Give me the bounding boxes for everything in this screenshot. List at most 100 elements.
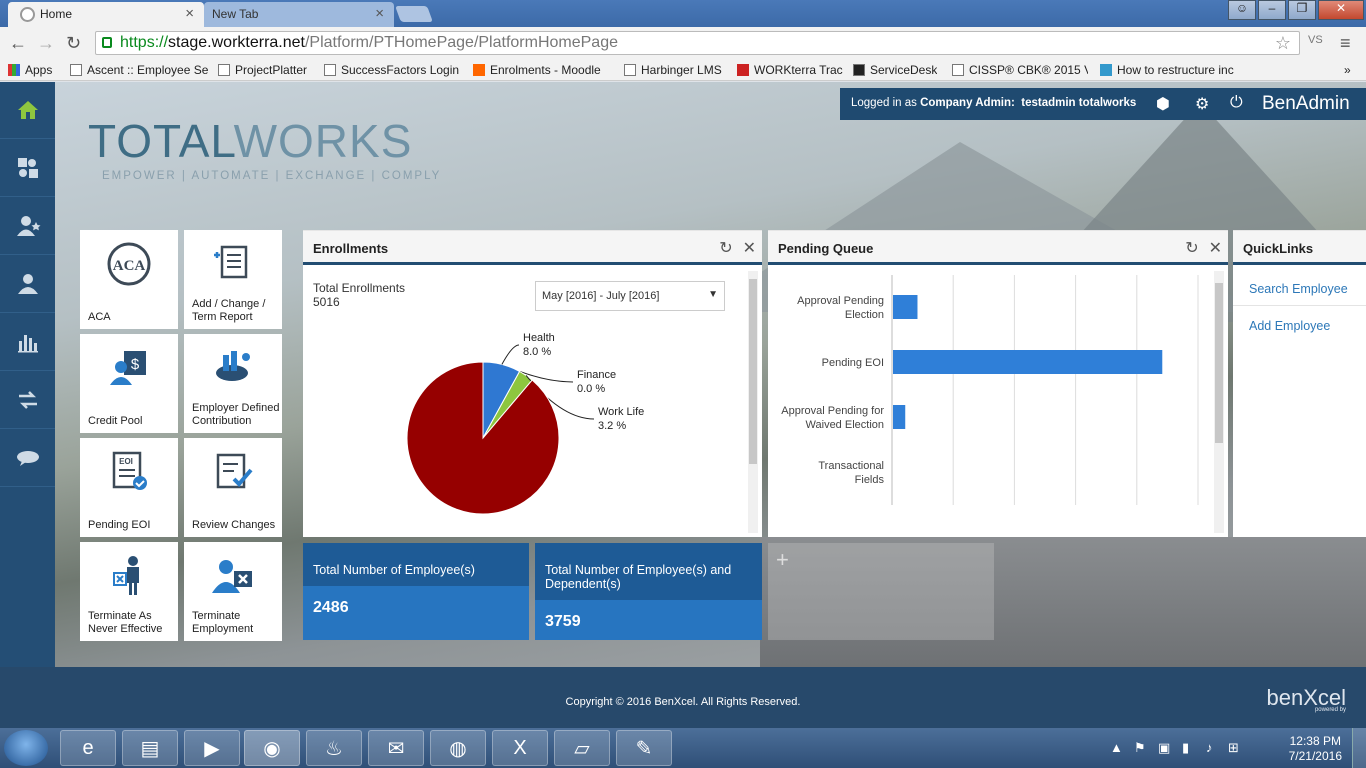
tab-close-icon[interactable]: ×	[375, 5, 384, 22]
sidebar-item-employees[interactable]	[0, 256, 55, 313]
close-window-button[interactable]: ✕	[1318, 0, 1364, 20]
favicon-icon	[20, 7, 35, 22]
app-area: TOTALWORKS EMPOWER | AUTOMATE | EXCHANGE…	[0, 82, 1366, 667]
sidebar-item-messages[interactable]	[0, 430, 55, 487]
sidebar-item-plans[interactable]	[0, 140, 55, 197]
sidebar-item-home[interactable]	[0, 82, 55, 139]
network-icon[interactable]: ▮	[1182, 740, 1189, 756]
clock[interactable]: 12:38 PM 7/21/2016	[1289, 734, 1342, 764]
plus-icon: +	[776, 547, 789, 572]
outlook-icon[interactable]: ✉	[368, 730, 424, 766]
tab-new-tab[interactable]: New Tab ×	[204, 2, 394, 27]
device-icon[interactable]: ▣	[1158, 740, 1170, 756]
extension-vs-icon[interactable]: VS	[1308, 34, 1323, 46]
start-button[interactable]	[4, 730, 48, 766]
eoi-icon: EOI	[112, 451, 147, 490]
minimize-button[interactable]: –	[1258, 0, 1286, 20]
more-bookmarks-icon[interactable]: »	[1344, 63, 1351, 77]
link-search-employee[interactable]: Search Employee	[1249, 282, 1348, 296]
bookmark-restructure[interactable]: How to restructure inc	[1100, 63, 1240, 77]
power-icon[interactable]: ⏻	[1230, 94, 1243, 112]
period-select[interactable]: May [2016] - July [2016] ▼	[535, 281, 725, 311]
menu-icon[interactable]: ≡	[1340, 33, 1351, 54]
media-player-icon[interactable]: ▶	[184, 730, 240, 766]
tab-home[interactable]: Home ×	[8, 2, 204, 27]
back-icon[interactable]: ←	[9, 33, 27, 54]
burner-icon[interactable]: ♨	[306, 730, 362, 766]
volume-muted-icon[interactable]: ♪	[1206, 740, 1213, 755]
servicedesk-icon	[853, 64, 865, 76]
tab-close-icon[interactable]: ×	[185, 5, 194, 22]
credit-pool-icon: $	[110, 351, 146, 385]
bookmark-servicedesk[interactable]: ServiceDesk	[853, 63, 937, 77]
excel-icon[interactable]: X	[492, 730, 548, 766]
terminate-icon	[212, 560, 252, 593]
show-hidden-icons[interactable]: ▲	[1110, 740, 1123, 755]
bookmark-cissp[interactable]: CISSP® CBK® 2015 V	[952, 63, 1088, 77]
windows-flag-icon[interactable]: ⊞	[1228, 740, 1239, 756]
chevron-down-icon: ▼	[708, 289, 718, 300]
pie-slice	[406, 361, 560, 515]
benxcel-logo: benXcel powered by	[1266, 685, 1346, 713]
paint-icon[interactable]: ✎	[616, 730, 672, 766]
bookmark-apps[interactable]: Apps	[8, 63, 52, 77]
sidebar-item-exchange[interactable]	[0, 372, 55, 429]
refresh-icon[interactable]: ↻	[719, 240, 732, 257]
notes-icon[interactable]: ▱	[554, 730, 610, 766]
add-widget-area[interactable]: +	[768, 543, 994, 640]
report-icon	[214, 245, 248, 279]
refresh-icon[interactable]: ↻	[1185, 240, 1198, 257]
tile-terminate-employment[interactable]: Terminate Employment	[184, 542, 282, 641]
tile-employer-defined-contribution[interactable]: Employer Defined Contribution	[184, 334, 282, 433]
bookmark-projectplatter[interactable]: ProjectPlatter	[218, 63, 307, 77]
bar-category-label: Approval Pending	[797, 295, 884, 307]
tile-terminate-as-never-effective[interactable]: Terminate As Never Effective	[80, 542, 178, 641]
pie-label-name: Health	[523, 332, 555, 344]
total-enrollments: Total Enrollments 5016	[313, 281, 406, 309]
bar-category-label: Approval Pending for	[781, 405, 884, 417]
bookmark-moodle[interactable]: Enrolments - Moodle	[473, 63, 609, 77]
dropbox-icon[interactable]: ⬢	[1156, 94, 1170, 114]
browser-tabbar: Home × New Tab × ☺ – ❐ ✕	[0, 0, 1366, 27]
maximize-button[interactable]: ❐	[1288, 0, 1316, 20]
tile-aca[interactable]: ACA ACA	[80, 230, 178, 329]
ie-icon[interactable]: e	[60, 730, 116, 766]
bookmark-ascent[interactable]: Ascent :: Employee Se	[70, 63, 210, 77]
bookmark-harbinger[interactable]: Harbinger LMS	[624, 63, 722, 77]
new-tab-button[interactable]	[395, 6, 433, 22]
stat-total-employees-dependents: Total Number of Employee(s) and Dependen…	[535, 543, 762, 640]
sidebar-item-reports[interactable]	[0, 314, 55, 371]
bookmark-successfactors[interactable]: SuccessFactors Login	[324, 63, 464, 77]
stat-total-employees: Total Number of Employee(s) 2486	[303, 543, 529, 640]
page-icon	[218, 64, 230, 76]
show-desktop-button[interactable]	[1352, 728, 1366, 768]
chrome-icon[interactable]: ◉	[244, 730, 300, 766]
url-field[interactable]: https://stage.workterra.net/Platform/PTH…	[95, 31, 1300, 55]
sidebar-item-admin-users[interactable]	[0, 198, 55, 255]
quicklinks-panel: QuickLinks Search Employee Add Employee	[1233, 230, 1366, 537]
reload-icon[interactable]: ↻	[66, 33, 81, 54]
page-icon	[624, 64, 636, 76]
enrollments-pie-chart: Health 8.0 % Finance 0.0 % Work Life 3.2 %	[406, 332, 644, 515]
tile-review-changes[interactable]: Review Changes	[184, 438, 282, 537]
tile-add-change-term-report[interactable]: Add / Change / Term Report	[184, 230, 282, 329]
forward-icon[interactable]: →	[37, 33, 55, 54]
user-profile-icon[interactable]: ☺	[1228, 0, 1256, 20]
address-toolbar: ← → ↻ https://stage.workterra.net/Platfo…	[0, 27, 1366, 59]
puzzle-icon	[17, 158, 38, 178]
gear-icon[interactable]: ⚙	[1195, 94, 1209, 114]
tile-credit-pool[interactable]: $ Credit Pool	[80, 334, 178, 433]
bar-chart-icon	[17, 335, 38, 353]
close-icon[interactable]: ✕	[1209, 240, 1222, 257]
close-icon[interactable]: ✕	[743, 240, 756, 257]
link-add-employee[interactable]: Add Employee	[1249, 319, 1330, 333]
panel-scrollbar[interactable]	[748, 271, 758, 533]
action-center-icon[interactable]: ⚑	[1134, 740, 1146, 756]
bookmark-workterra[interactable]: WORKterra Trac	[737, 63, 843, 77]
panel-scrollbar[interactable]	[1214, 271, 1224, 533]
tile-pending-eoi[interactable]: EOI Pending EOI	[80, 438, 178, 537]
explorer-icon[interactable]: ▤	[122, 730, 178, 766]
bar-category-label: Election	[845, 309, 884, 321]
bookmark-star-icon[interactable]: ☆	[1275, 33, 1291, 54]
firefox-icon[interactable]: ◍	[430, 730, 486, 766]
